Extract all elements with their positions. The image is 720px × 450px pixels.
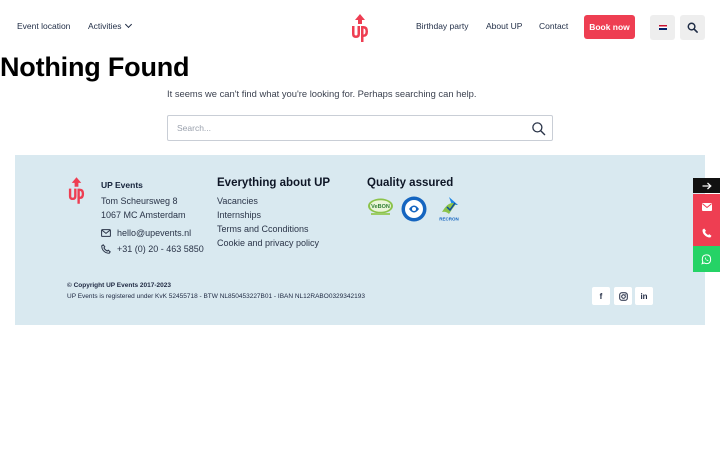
- address-line-1: Tom Scheursweg 8: [101, 196, 178, 206]
- nav-contact[interactable]: Contact: [539, 21, 568, 31]
- side-whatsapp-button[interactable]: [693, 246, 720, 272]
- whatsapp-icon: [701, 253, 712, 265]
- page-title: Nothing Found: [0, 52, 190, 82]
- instagram-icon: [618, 291, 628, 301]
- search-submit-icon[interactable]: [531, 121, 546, 136]
- header-search-button[interactable]: [680, 15, 705, 40]
- recron-badge-icon: RECRON: [439, 197, 459, 222]
- nav-activities[interactable]: Activities: [88, 20, 132, 31]
- nav-event-location[interactable]: Event location: [17, 21, 70, 31]
- company-name: UP Events: [101, 180, 143, 190]
- email-text: hello@upevents.nl: [117, 228, 192, 238]
- phone-icon: [702, 228, 711, 238]
- footer-link-internships[interactable]: Internships: [217, 210, 261, 220]
- instagram-link[interactable]: [614, 287, 632, 305]
- chevron-down-icon: [124, 20, 132, 29]
- address-line-2: 1067 MC Amsterdam: [101, 210, 186, 220]
- site-footer: UP Events Tom Scheursweg 8 1067 MC Amste…: [15, 155, 705, 325]
- footer-phone-link[interactable]: +31 (0) 20 - 463 5850: [101, 244, 204, 254]
- up-logo-icon[interactable]: [350, 14, 370, 42]
- footer-link-vacancies[interactable]: Vacancies: [217, 196, 258, 206]
- envelope-icon: [101, 229, 111, 237]
- side-email-button[interactable]: [693, 194, 720, 220]
- language-switch-button[interactable]: [650, 15, 675, 40]
- footer-about-heading: Everything about UP: [217, 177, 331, 189]
- nav-activities-label: Activities: [88, 21, 122, 31]
- footer-link-cookie-policy[interactable]: Cookie and privacy policy: [217, 238, 319, 248]
- site-header: Event location Activities Birthday party…: [0, 0, 720, 54]
- phone-icon: [101, 244, 111, 254]
- company-address: Tom Scheursweg 8 1067 MC Amsterdam: [101, 194, 186, 222]
- footer-quality-heading: Quality assured: [367, 177, 454, 189]
- vebon-badge-icon: VeBON: [368, 198, 393, 215]
- uk-flag-icon: [658, 25, 667, 30]
- search-form: [167, 115, 553, 141]
- copyright-text: © Copyright UP Events 2017-2023: [67, 282, 172, 289]
- book-now-button[interactable]: Book now: [584, 15, 635, 39]
- registration-text: UP Events is registered under KvK 524557…: [67, 293, 365, 300]
- phone-text: +31 (0) 20 - 463 5850: [117, 244, 204, 254]
- nav-birthday-party[interactable]: Birthday party: [416, 21, 468, 31]
- recron-badge-text: RECRON: [439, 217, 459, 222]
- side-phone-button[interactable]: [693, 220, 720, 246]
- vebon-badge-text: VeBON: [371, 204, 390, 210]
- arrow-right-icon: [702, 182, 712, 189]
- certification-seal-icon: [401, 196, 427, 222]
- facebook-icon: f: [599, 291, 603, 301]
- search-input[interactable]: [168, 116, 518, 140]
- facebook-link[interactable]: f: [592, 287, 610, 305]
- linkedin-link[interactable]: in: [635, 287, 653, 305]
- side-toggle-button[interactable]: [693, 178, 720, 193]
- nav-about-up[interactable]: About UP: [486, 21, 522, 31]
- footer-email-link[interactable]: hello@upevents.nl: [101, 228, 191, 238]
- page-subtitle: It seems we can't find what you're looki…: [167, 88, 477, 99]
- search-icon: [687, 22, 698, 33]
- footer-link-terms[interactable]: Terms and Cconditions: [217, 224, 309, 234]
- envelope-icon: [701, 203, 712, 211]
- up-logo-icon: [68, 177, 85, 204]
- linkedin-icon: in: [640, 291, 648, 301]
